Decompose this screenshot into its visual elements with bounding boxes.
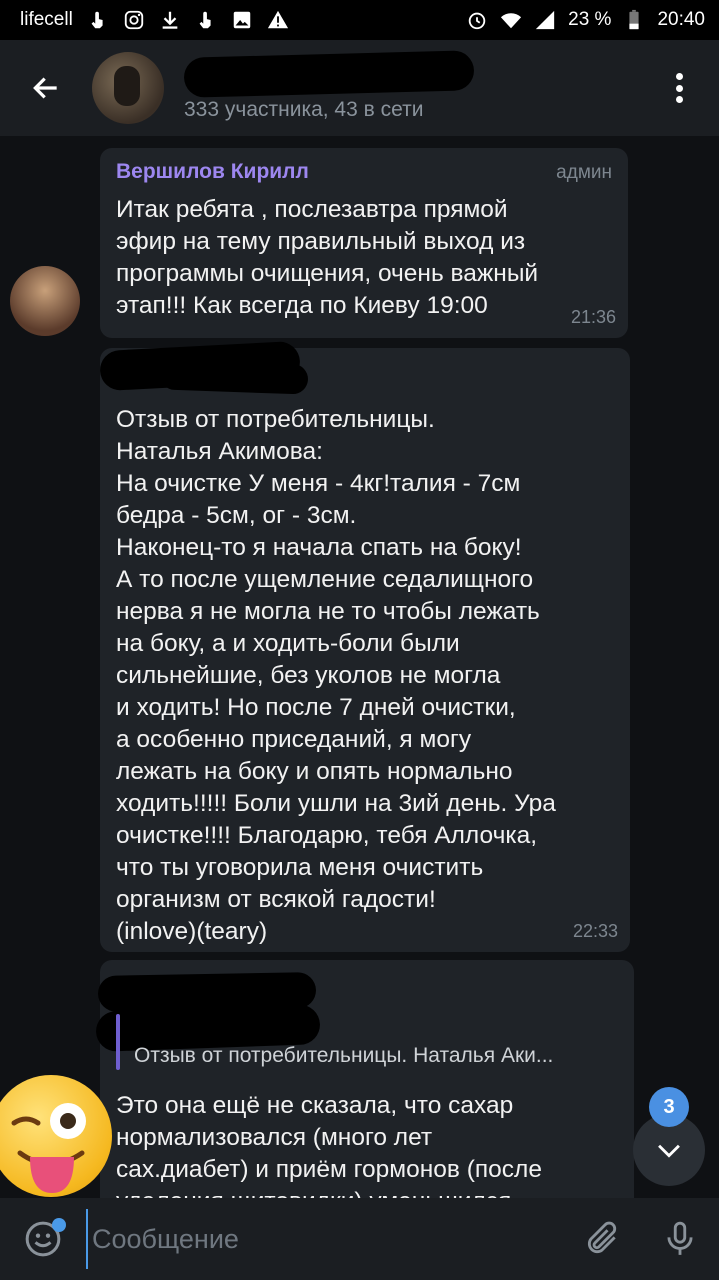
winking-tongue-emoji <box>0 1075 112 1197</box>
message-text: Итак ребята , послезавтра прямой эфир на… <box>116 196 539 319</box>
attach-button[interactable] <box>563 1198 641 1280</box>
group-avatar[interactable] <box>92 52 164 124</box>
chat-header: 333 участника, 43 в сети <box>0 40 719 136</box>
back-button[interactable] <box>0 40 92 136</box>
members-count: 333 участника, 43 в сети <box>184 98 424 121</box>
redacted-group-title <box>183 50 475 98</box>
message-bubble-1[interactable]: Вершилов Кирилл админ Итак ребята , посл… <box>100 148 628 338</box>
message-input-bar <box>0 1198 719 1280</box>
touch-icon-2 <box>199 11 211 29</box>
emoji-button[interactable] <box>0 1198 86 1280</box>
message-text: Отзыв от потребительницы. Наталья Акимов… <box>116 406 556 945</box>
microphone-button[interactable] <box>641 1198 719 1280</box>
alarm-icon <box>468 12 486 30</box>
back-arrow-icon <box>33 77 57 99</box>
new-sticker-dot <box>52 1218 66 1232</box>
message-text: Это она ещё не сказала, что сахар нормал… <box>116 1092 542 1198</box>
carrier-label: lifecell <box>20 9 73 30</box>
message-time: 21:36 <box>570 307 616 327</box>
emoji-face-icon <box>11 1103 86 1193</box>
wifi-icon <box>501 13 522 29</box>
touch-icon <box>91 11 103 29</box>
unread-count-badge[interactable]: 3 <box>649 1087 689 1127</box>
microphone-icon <box>667 1221 693 1255</box>
chevron-down-icon <box>658 1144 680 1158</box>
paperclip-icon <box>587 1221 617 1254</box>
warning-icon <box>267 10 288 29</box>
status-bar: lifecell 23 % 20:40 <box>0 0 719 40</box>
reply-quote-bar <box>116 1014 120 1070</box>
download-icon <box>162 11 178 29</box>
signal-icon <box>535 10 555 30</box>
message-time: 22:33 <box>572 921 618 941</box>
chat-area[interactable]: Вершилов Кирилл админ Итак ребята , посл… <box>0 136 719 1198</box>
redacted-sender-name-2 <box>159 359 309 395</box>
clock: 20:40 <box>657 9 705 30</box>
message-input[interactable] <box>86 1209 563 1269</box>
image-icon <box>233 11 251 29</box>
header-info[interactable]: 333 участника, 43 в сети <box>183 50 475 122</box>
battery-percent: 23 % <box>568 9 612 30</box>
battery-icon <box>629 9 640 30</box>
admin-badge: админ <box>556 162 612 183</box>
sender-name[interactable]: Вершилов Кирилл <box>116 160 612 184</box>
sender-avatar-1[interactable] <box>10 266 80 336</box>
message-bubble-2[interactable]: Отзыв от потребительницы. Наталья Акимов… <box>100 348 630 952</box>
instagram-icon <box>124 10 143 30</box>
more-menu-button[interactable] <box>661 70 697 106</box>
reply-preview[interactable]: Отзыв от потребительницы. Наталья Аки... <box>134 1044 620 1068</box>
